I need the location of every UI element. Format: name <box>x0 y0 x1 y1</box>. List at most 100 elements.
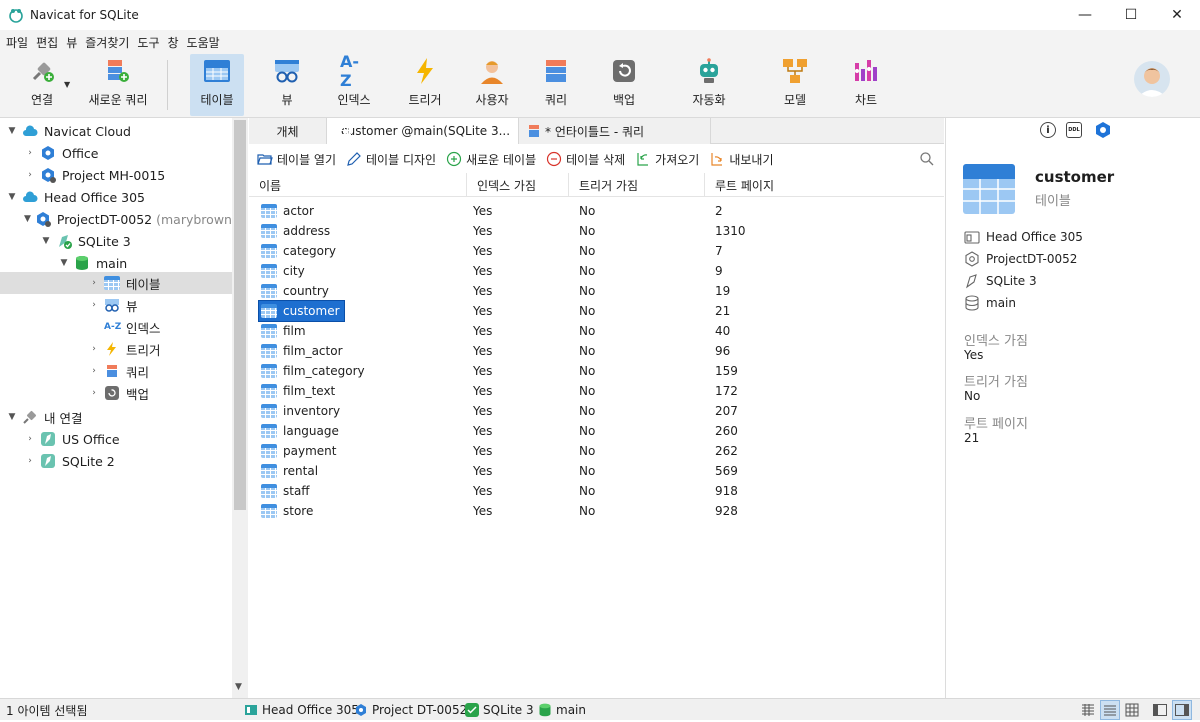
table-name[interactable]: store <box>259 501 317 521</box>
table-row[interactable]: inventory Yes No 207 <box>249 401 944 421</box>
column-name[interactable]: 이름 <box>249 173 467 197</box>
chevron-right-icon[interactable]: › <box>88 344 100 354</box>
table-name[interactable]: rental <box>259 461 322 481</box>
cell-name[interactable]: language <box>249 421 467 441</box>
tree-queries[interactable]: › 쿼리 <box>0 360 232 382</box>
chevron-right-icon[interactable]: › <box>88 278 100 288</box>
search-icon[interactable] <box>919 151 935 167</box>
tree-backups[interactable]: › 백업 <box>0 382 232 404</box>
list-view-icon[interactable] <box>1080 702 1096 718</box>
table-row[interactable]: film Yes No 40 <box>249 321 944 341</box>
delete-table-button[interactable]: 테이블 삭제 <box>546 151 625 168</box>
user-button[interactable]: 사용자 <box>466 54 518 116</box>
tree-office[interactable]: › Office <box>0 142 232 164</box>
menu-favorites[interactable]: 즐겨찾기 <box>85 34 129 51</box>
tree-indexes[interactable]: A-Z 인덱스 <box>0 316 232 338</box>
close-button[interactable]: ✕ <box>1154 0 1200 30</box>
tree-main-schema[interactable]: ▼ main <box>0 252 232 274</box>
info-icon[interactable]: i <box>1040 122 1056 138</box>
menu-window[interactable]: 창 <box>168 34 179 51</box>
table-name[interactable]: city <box>259 261 309 281</box>
view-button[interactable]: 뷰 <box>262 54 312 116</box>
minimize-button[interactable]: — <box>1062 0 1108 30</box>
user-avatar[interactable] <box>1134 61 1170 97</box>
menu-help[interactable]: 도움말 <box>187 34 220 51</box>
grid-view-icon[interactable] <box>1124 702 1140 718</box>
table-button[interactable]: 테이블 <box>190 54 244 116</box>
table-name[interactable]: customer <box>258 300 345 322</box>
chevron-down-icon[interactable]: ▼ <box>24 214 31 224</box>
tree-project-dt[interactable]: ▼ ProjectDT-0052 (marybrown@ <box>0 208 232 230</box>
cell-name[interactable]: store <box>249 501 467 521</box>
model-button[interactable]: 모델 <box>770 54 820 116</box>
trigger-button[interactable]: 트리거 <box>398 54 452 116</box>
design-table-button[interactable]: 테이블 디자인 <box>346 151 436 168</box>
chevron-right-icon[interactable]: › <box>24 434 36 444</box>
table-name[interactable]: address <box>259 221 334 241</box>
table-row[interactable]: actor Yes No 2 <box>249 201 944 221</box>
table-name[interactable]: actor <box>259 201 318 221</box>
cell-name[interactable]: inventory <box>249 401 467 421</box>
table-name[interactable]: film_text <box>259 381 339 401</box>
chevron-down-icon[interactable]: ▼ <box>6 126 18 136</box>
connect-button[interactable]: 연결 <box>14 54 70 116</box>
table-row[interactable]: address Yes No 1310 <box>249 221 944 241</box>
import-button[interactable]: 가져오기 <box>635 151 699 168</box>
cell-name[interactable]: country <box>249 281 467 301</box>
maximize-button[interactable]: ☐ <box>1108 0 1154 30</box>
cell-name[interactable]: staff <box>249 481 467 501</box>
table-row[interactable]: city Yes No 9 <box>249 261 944 281</box>
new-table-button[interactable]: 새로운 테이블 <box>446 151 536 168</box>
table-name[interactable]: film <box>259 321 310 341</box>
chevron-right-icon[interactable]: › <box>24 148 36 158</box>
open-table-button[interactable]: 테이블 열기 <box>257 151 336 168</box>
toggle-info-panel-icon[interactable] <box>1172 700 1192 720</box>
cell-name[interactable]: payment <box>249 441 467 461</box>
automation-button[interactable]: 자동화 <box>682 54 736 116</box>
table-row[interactable]: category Yes No 7 <box>249 241 944 261</box>
chart-button[interactable]: 차트 <box>842 54 890 116</box>
chevron-down-icon[interactable]: ▼ <box>58 258 70 268</box>
cell-name[interactable]: category <box>249 241 467 261</box>
chevron-right-icon[interactable]: › <box>88 366 100 376</box>
index-button[interactable]: A-Z 인덱스 <box>328 52 380 116</box>
menu-file[interactable]: 파일 <box>6 34 28 51</box>
table-name[interactable]: payment <box>259 441 340 461</box>
tree-triggers[interactable]: › 트리거 <box>0 338 232 360</box>
table-name[interactable]: language <box>259 421 343 441</box>
tree-us-office[interactable]: › US Office <box>0 428 232 450</box>
table-row[interactable]: rental Yes No 569 <box>249 461 944 481</box>
table-name[interactable]: inventory <box>259 401 344 421</box>
connect-dropdown-icon[interactable]: ▼ <box>64 80 70 89</box>
backup-button[interactable]: 백업 <box>600 54 648 116</box>
table-row[interactable]: country Yes No 19 <box>249 281 944 301</box>
chevron-right-icon[interactable]: › <box>24 170 36 180</box>
cell-name[interactable]: customer <box>249 300 467 322</box>
new-query-button[interactable]: 새로운 쿼리 <box>86 54 150 116</box>
hexagon-icon[interactable] <box>1094 121 1112 139</box>
tree-navicat-cloud[interactable]: ▼ Navicat Cloud <box>0 120 232 142</box>
chevron-down-icon[interactable]: ▼ <box>6 412 18 422</box>
tree-views[interactable]: › 뷰 <box>0 294 232 316</box>
query-button[interactable]: 쿼리 <box>532 54 580 116</box>
tree-project-mh[interactable]: › Project MH-0015 <box>0 164 232 186</box>
tree-tables[interactable]: › 테이블 <box>0 272 232 294</box>
toggle-sidebar-icon[interactable] <box>1152 702 1168 718</box>
menu-tools[interactable]: 도구 <box>137 34 159 51</box>
table-name[interactable]: country <box>259 281 333 301</box>
cell-name[interactable]: rental <box>249 461 467 481</box>
table-row[interactable]: film_actor Yes No 96 <box>249 341 944 361</box>
table-name[interactable]: film_actor <box>259 341 347 361</box>
tree-scrollbar[interactable]: ▼ <box>232 118 248 698</box>
export-button[interactable]: 내보내기 <box>709 151 774 168</box>
cell-name[interactable]: address <box>249 221 467 241</box>
scrollbar-thumb[interactable] <box>234 120 246 510</box>
cell-name[interactable]: city <box>249 261 467 281</box>
column-has-trigger[interactable]: 트리거 가짐 <box>569 173 705 197</box>
menu-view[interactable]: 뷰 <box>66 34 77 51</box>
cell-name[interactable]: film_category <box>249 361 467 381</box>
column-root-page[interactable]: 루트 페이지 <box>705 173 944 197</box>
table-row[interactable]: payment Yes No 262 <box>249 441 944 461</box>
table-name[interactable]: staff <box>259 481 314 501</box>
cell-name[interactable]: film_text <box>249 381 467 401</box>
